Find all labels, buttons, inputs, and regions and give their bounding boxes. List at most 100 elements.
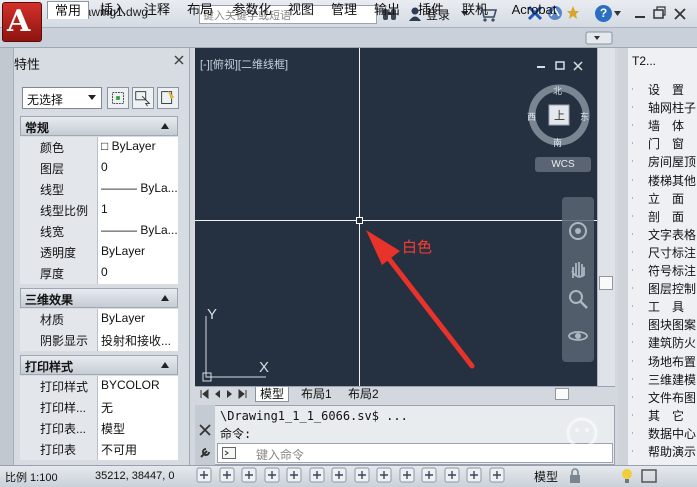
tool-palette-item[interactable]: 建筑防火 [632,334,696,351]
viewcube-north[interactable]: 北 [553,84,562,97]
otrack-icon[interactable] [354,467,370,483]
application-menu-button[interactable]: A [2,2,42,42]
tab-layout1[interactable]: 布局1 [297,387,336,402]
lock-icon[interactable] [566,467,584,485]
prev-layout-icon[interactable] [212,389,222,399]
close-icon[interactable] [174,55,184,65]
next-layout-icon[interactable] [225,389,235,399]
section-header[interactable]: 打印样式 [20,355,178,375]
pan-hand-icon[interactable] [567,258,589,280]
minimize-icon[interactable] [633,5,647,21]
osnap-icon[interactable] [309,467,325,483]
collapse-arrow-icon[interactable] [161,123,169,129]
property-row[interactable]: 阴影显示 投射和接收... [20,330,178,351]
viewcube-south[interactable]: 南 [553,136,562,149]
model-space-button[interactable]: 模型 [534,468,558,485]
property-row[interactable]: 打印样式 BYCOLOR [20,376,178,397]
tab-parametric[interactable]: 参数化 [229,1,275,19]
tool-palette-item[interactable]: 尺寸标注 [632,244,696,261]
toggle-pickadd-button[interactable] [107,87,129,109]
tab-view[interactable]: 视图 [284,1,318,19]
lightbulb-icon[interactable] [620,467,634,485]
property-value[interactable]: 无 [98,397,178,418]
property-value[interactable]: 模型 [98,418,178,439]
tool-palette-item[interactable]: 轴网柱子 [632,99,696,116]
property-value[interactable]: 投射和接收... [98,330,178,351]
3d-osnap-icon[interactable] [331,467,347,483]
property-row[interactable]: 线型比例 1 [20,200,178,221]
zoom-icon[interactable] [567,288,589,310]
tool-palette-item[interactable]: 墙 体 [632,117,696,134]
tool-palette-item[interactable]: 房间屋顶 [632,153,696,170]
tool-palette-item[interactable]: 图层控制 [632,280,696,297]
section-header[interactable]: 三维效果 [20,288,178,308]
tool-palette-item[interactable]: 工 具 [632,298,696,315]
tab-insert[interactable]: 插入 [96,1,130,19]
property-value[interactable]: 0 [98,263,178,284]
property-value[interactable]: ByLayer [98,242,178,263]
tab-model[interactable]: 模型 [255,387,290,402]
ortho-icon[interactable] [264,467,280,483]
favorites-icon[interactable] [567,6,579,20]
close-icon[interactable] [673,5,687,21]
tool-palette-item[interactable]: 设 置 [632,81,696,98]
fullscreen-icon[interactable] [640,467,658,485]
property-row[interactable]: 颜色 □ ByLayer [20,137,178,158]
selection-cycling-icon[interactable] [489,467,505,483]
tab-layout[interactable]: 布局 [183,1,217,19]
tool-palette-item[interactable]: 符号标注 [632,262,696,279]
infer-constraints-icon[interactable] [196,467,212,483]
tool-palette-item[interactable]: 三维建模 [632,371,696,388]
property-row[interactable]: 厚度 0 [20,263,178,284]
property-row[interactable]: 打印样... 无 [20,397,178,418]
property-row[interactable]: 图层 0 [20,158,178,179]
property-value[interactable]: BYCOLOR [98,376,178,397]
quick-select-button[interactable] [157,87,179,109]
tab-plugins[interactable]: 插件 [414,1,448,19]
command-prompt-icon[interactable] [222,447,236,459]
property-row[interactable]: 线宽 ——— ByLa... [20,221,178,242]
property-value[interactable]: ——— ByLa... [98,179,178,200]
restore-icon[interactable] [652,5,666,21]
viewport-window-controls[interactable] [532,58,592,74]
tab-layout2[interactable]: 布局2 [344,387,383,402]
section-header[interactable]: 常规 [20,116,178,136]
property-row[interactable]: 打印表 不可用 [20,439,178,460]
wcs-menu-button[interactable]: WCS [535,157,591,172]
quick-properties-icon[interactable] [466,467,482,483]
wrench-icon[interactable] [199,446,212,459]
tab-output[interactable]: 输出 [370,1,404,19]
ducs-icon[interactable] [376,467,392,483]
collapse-arrow-icon[interactable] [161,295,169,301]
vertical-scrollbar[interactable] [597,48,615,386]
property-row[interactable]: 打印表... 模型 [20,418,178,439]
tab-online[interactable]: 联机 [458,1,492,19]
steering-wheel-icon[interactable] [567,220,589,242]
horizontal-scroll-thumb[interactable] [555,388,569,400]
tool-palette-item[interactable]: 楼梯其他 [632,172,696,189]
chevron-down-icon[interactable] [88,95,96,100]
tool-palette-strip[interactable] [618,48,628,465]
tab-home[interactable]: 常用 [47,1,89,19]
help-icon[interactable]: ? [595,5,612,22]
polar-icon[interactable] [286,467,302,483]
select-objects-button[interactable] [132,87,154,109]
lineweight-icon[interactable] [421,467,437,483]
viewcube-east[interactable]: 东 [580,110,589,123]
property-value[interactable]: 1 [98,200,178,221]
property-row[interactable]: 线型 ——— ByLa... [20,179,178,200]
palette-title-strip[interactable] [0,48,14,465]
viewcube-west[interactable]: 西 [527,110,536,123]
last-layout-icon[interactable] [238,389,248,399]
chevron-down-icon[interactable] [614,11,621,16]
tab-acrobat[interactable]: Acrobat [505,1,563,19]
dyn-icon[interactable] [399,467,415,483]
property-value[interactable]: □ ByLayer [98,137,178,158]
snap-mode-icon[interactable] [219,467,235,483]
tool-palette-item[interactable]: 门 窗 [632,135,696,152]
property-value[interactable]: 不可用 [98,439,178,460]
vertical-scroll-thumb[interactable] [599,276,613,290]
property-row[interactable]: 材质 ByLayer [20,309,178,330]
property-value[interactable]: ——— ByLa... [98,221,178,242]
tool-palette-item[interactable]: 文件布图 [632,389,696,406]
